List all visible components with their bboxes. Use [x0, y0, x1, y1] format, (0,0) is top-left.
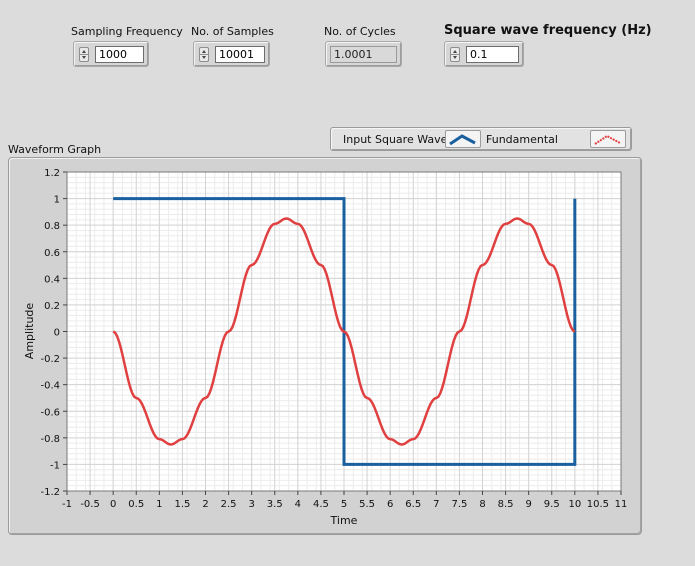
x-tick-label: 5 — [341, 499, 347, 510]
y-tick-label: -0.8 — [40, 434, 60, 445]
x-tick-label: 0 — [110, 499, 116, 510]
x-tick-label: -0.5 — [80, 499, 100, 510]
y-tick-label: -1.2 — [40, 487, 60, 498]
x-tick-label: -1 — [62, 499, 72, 510]
y-tick-label: -0.6 — [40, 407, 60, 418]
x-tick-label: 8 — [479, 499, 485, 510]
y-tick-label: -1 — [50, 460, 60, 471]
y-tick-label: 0.8 — [44, 221, 60, 232]
y-tick-label: 1 — [54, 195, 60, 206]
x-tick-label: 9 — [525, 499, 531, 510]
y-tick-label: 0.4 — [44, 274, 60, 285]
x-tick-label: 10.5 — [587, 499, 609, 510]
x-tick-label: 11 — [615, 499, 628, 510]
x-tick-label: 2 — [202, 499, 208, 510]
x-tick-label: 8.5 — [498, 499, 514, 510]
x-tick-label: 6 — [387, 499, 393, 510]
y-tick-label: -0.2 — [40, 354, 60, 365]
x-tick-label: 4 — [295, 499, 301, 510]
y-tick-label: 1.2 — [44, 168, 60, 179]
y-axis-title: Amplitude — [23, 303, 36, 360]
x-tick-label: 6.5 — [405, 499, 421, 510]
x-tick-label: 7.5 — [451, 499, 467, 510]
x-tick-label: 5.5 — [359, 499, 375, 510]
x-axis-title: Time — [330, 514, 358, 527]
y-tick-label: 0 — [54, 328, 60, 339]
y-tick-label: 0.6 — [44, 248, 60, 259]
x-tick-label: 1.5 — [174, 499, 190, 510]
y-tick-label: -0.4 — [40, 381, 60, 392]
x-tick-label: 4.5 — [313, 499, 329, 510]
x-tick-label: 2.5 — [221, 499, 237, 510]
x-tick-label: 9.5 — [544, 499, 560, 510]
x-tick-label: 0.5 — [128, 499, 144, 510]
x-tick-label: 10 — [568, 499, 581, 510]
x-tick-label: 3.5 — [267, 499, 283, 510]
x-tick-label: 3 — [248, 499, 254, 510]
y-tick-label: 0.2 — [44, 301, 60, 312]
x-tick-label: 1 — [156, 499, 162, 510]
x-tick-label: 7 — [433, 499, 439, 510]
waveform-plot[interactable]: -1 -0.5 0 0.5 1 1.5 2 2.5 3 3.5 4 4.5 5 5.5 6 6.5 7 7.5 8 8… — [0, 0, 695, 566]
